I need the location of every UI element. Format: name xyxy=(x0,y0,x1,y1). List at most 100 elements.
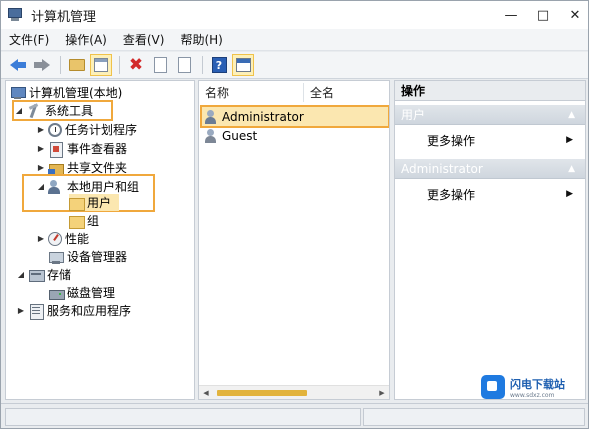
tree-item-performance[interactable]: ▶ 性能 xyxy=(36,229,89,248)
export-list-button[interactable] xyxy=(173,54,195,76)
tree-label-performance: 性能 xyxy=(65,232,90,246)
expand-arrow-icon[interactable]: ▶ xyxy=(36,234,46,243)
user-name: Administrator xyxy=(222,109,304,124)
folder-icon xyxy=(68,195,85,211)
disk-icon xyxy=(48,285,65,301)
menu-help[interactable]: 帮助(H) xyxy=(180,31,222,48)
action-section-title: Administrator xyxy=(401,161,483,176)
scroll-track[interactable] xyxy=(213,389,375,397)
tree-item-storage[interactable]: ◢ 存储 xyxy=(16,265,71,284)
more-actions-label: 更多操作 xyxy=(427,187,476,202)
tree-item-task-scheduler[interactable]: ▶ 任务计划程序 xyxy=(36,120,137,139)
tree-item-event-viewer[interactable]: ▶ 事件查看器 xyxy=(36,139,127,158)
expand-arrow-icon[interactable]: ▶ xyxy=(36,144,46,153)
tree-label-system-tools: 系统工具 xyxy=(45,104,94,118)
show-hide-action-pane-button[interactable] xyxy=(232,54,254,76)
user-icon xyxy=(203,109,219,125)
maximize-button[interactable]: □ xyxy=(536,8,550,23)
action-section-users[interactable]: 用户 ▲ xyxy=(395,105,585,125)
help-button[interactable]: ? xyxy=(208,54,230,76)
tree-label-services-apps: 服务和应用程序 xyxy=(47,304,132,318)
expand-arrow-icon[interactable]: ▶ xyxy=(16,306,26,315)
action-section-administrator[interactable]: Administrator ▲ xyxy=(395,159,585,179)
export-icon xyxy=(177,57,191,73)
collapse-caret-icon[interactable]: ▲ xyxy=(568,110,575,120)
action-pane: 操作 用户 ▲ 更多操作 ▶ Administrator ▲ 更多操作 ▶ xyxy=(394,80,586,400)
delete-button[interactable]: ✖ xyxy=(125,54,147,76)
storage-icon xyxy=(28,267,45,283)
status-bar xyxy=(1,403,588,428)
tree-label-disk-management: 磁盘管理 xyxy=(67,286,116,300)
scroll-thumb[interactable] xyxy=(217,389,307,396)
help-icon: ? xyxy=(211,57,227,73)
submenu-arrow-icon: ▶ xyxy=(566,189,573,199)
table-row[interactable]: Guest xyxy=(203,126,389,145)
services-icon xyxy=(28,303,44,320)
column-header-name[interactable]: 名称 xyxy=(199,83,304,102)
more-actions-label: 更多操作 xyxy=(427,133,476,148)
tree-item-device-manager[interactable]: 设备管理器 xyxy=(36,247,127,266)
action-pane-icon xyxy=(235,58,251,72)
window-title: 计算机管理 xyxy=(31,9,97,25)
expand-arrow-icon[interactable]: ▶ xyxy=(36,163,46,172)
horizontal-scrollbar[interactable]: ◀ ▶ xyxy=(199,385,389,399)
tree-item-users[interactable]: 用户 xyxy=(56,193,111,212)
tree-label-task-scheduler: 任务计划程序 xyxy=(65,123,138,137)
toolbar-separator xyxy=(202,56,203,74)
table-row[interactable]: Administrator xyxy=(203,107,389,126)
computer-management-icon xyxy=(7,6,25,24)
collapse-arrow-icon[interactable]: ◢ xyxy=(16,270,26,279)
close-button[interactable]: ✕ xyxy=(568,8,582,23)
toolbar-separator xyxy=(119,56,120,74)
toolbar: ✖ ? xyxy=(1,52,588,79)
toolbar-separator xyxy=(60,56,61,74)
tree-label-device-manager: 设备管理器 xyxy=(67,250,128,264)
device-manager-icon xyxy=(48,249,64,265)
collapse-arrow-icon[interactable]: ◢ xyxy=(14,106,24,115)
forward-arrow-icon xyxy=(34,59,50,71)
tree-item-groups[interactable]: 组 xyxy=(56,211,99,230)
scroll-right-icon[interactable]: ▶ xyxy=(375,389,389,397)
status-segment xyxy=(363,408,585,426)
properties-button[interactable] xyxy=(149,54,171,76)
column-header-full-name[interactable]: 全名 xyxy=(304,83,389,102)
action-pane-header: 操作 xyxy=(395,81,585,101)
show-hide-tree-button[interactable] xyxy=(90,54,112,76)
status-segment xyxy=(5,408,361,426)
watermark-url: www.sdxz.com xyxy=(510,391,555,399)
console-tree-pane: 计算机管理(本地) ◢ 系统工具 ▶ 任务计划程序 ▶ 事件查看器 ▶ 共享文件… xyxy=(5,80,195,400)
collapse-arrow-icon[interactable]: ◢ xyxy=(36,182,46,191)
submenu-arrow-icon: ▶ xyxy=(566,135,573,145)
collapse-caret-icon[interactable]: ▲ xyxy=(568,164,575,174)
menu-view[interactable]: 查看(V) xyxy=(123,31,165,48)
minimize-button[interactable]: — xyxy=(504,8,518,23)
more-actions-administrator[interactable]: 更多操作 ▶ xyxy=(395,184,585,204)
scroll-left-icon[interactable]: ◀ xyxy=(199,389,213,397)
result-list-pane: 名称 全名 Administrator Guest ◀ ▶ xyxy=(198,80,390,400)
up-folder-icon xyxy=(69,59,85,71)
up-level-button[interactable] xyxy=(66,54,88,76)
tree-label-event-viewer: 事件查看器 xyxy=(67,142,128,156)
menu-file[interactable]: 文件(F) xyxy=(9,31,49,48)
forward-button[interactable] xyxy=(31,54,53,76)
expand-arrow-icon[interactable]: ▶ xyxy=(36,125,46,134)
computer-icon xyxy=(10,85,26,101)
watermark-name: 闪电下载站 xyxy=(510,377,565,391)
tree-item-system-tools[interactable]: ◢ 系统工具 xyxy=(14,101,93,120)
tree-label-storage: 存储 xyxy=(47,268,72,282)
clock-icon xyxy=(48,123,62,137)
tree-label-groups: 组 xyxy=(87,214,100,228)
tree-item-services-apps[interactable]: ▶ 服务和应用程序 xyxy=(16,301,131,320)
performance-icon xyxy=(48,232,62,246)
more-actions-users[interactable]: 更多操作 ▶ xyxy=(395,130,585,150)
menu-bar: 文件(F) 操作(A) 查看(V) 帮助(H) xyxy=(1,29,588,51)
properties-icon xyxy=(153,57,167,73)
computer-management-window: 计算机管理 — □ ✕ 文件(F) 操作(A) 查看(V) 帮助(H) ✖ ? … xyxy=(0,0,589,429)
back-arrow-icon xyxy=(10,59,26,71)
back-button[interactable] xyxy=(7,54,29,76)
menu-action[interactable]: 操作(A) xyxy=(65,31,107,48)
action-section-title: 用户 xyxy=(401,108,426,122)
console-tree-icon xyxy=(94,58,108,72)
title-bar: 计算机管理 — □ ✕ xyxy=(1,1,588,29)
tree-item-disk-management[interactable]: 磁盘管理 xyxy=(36,283,115,302)
